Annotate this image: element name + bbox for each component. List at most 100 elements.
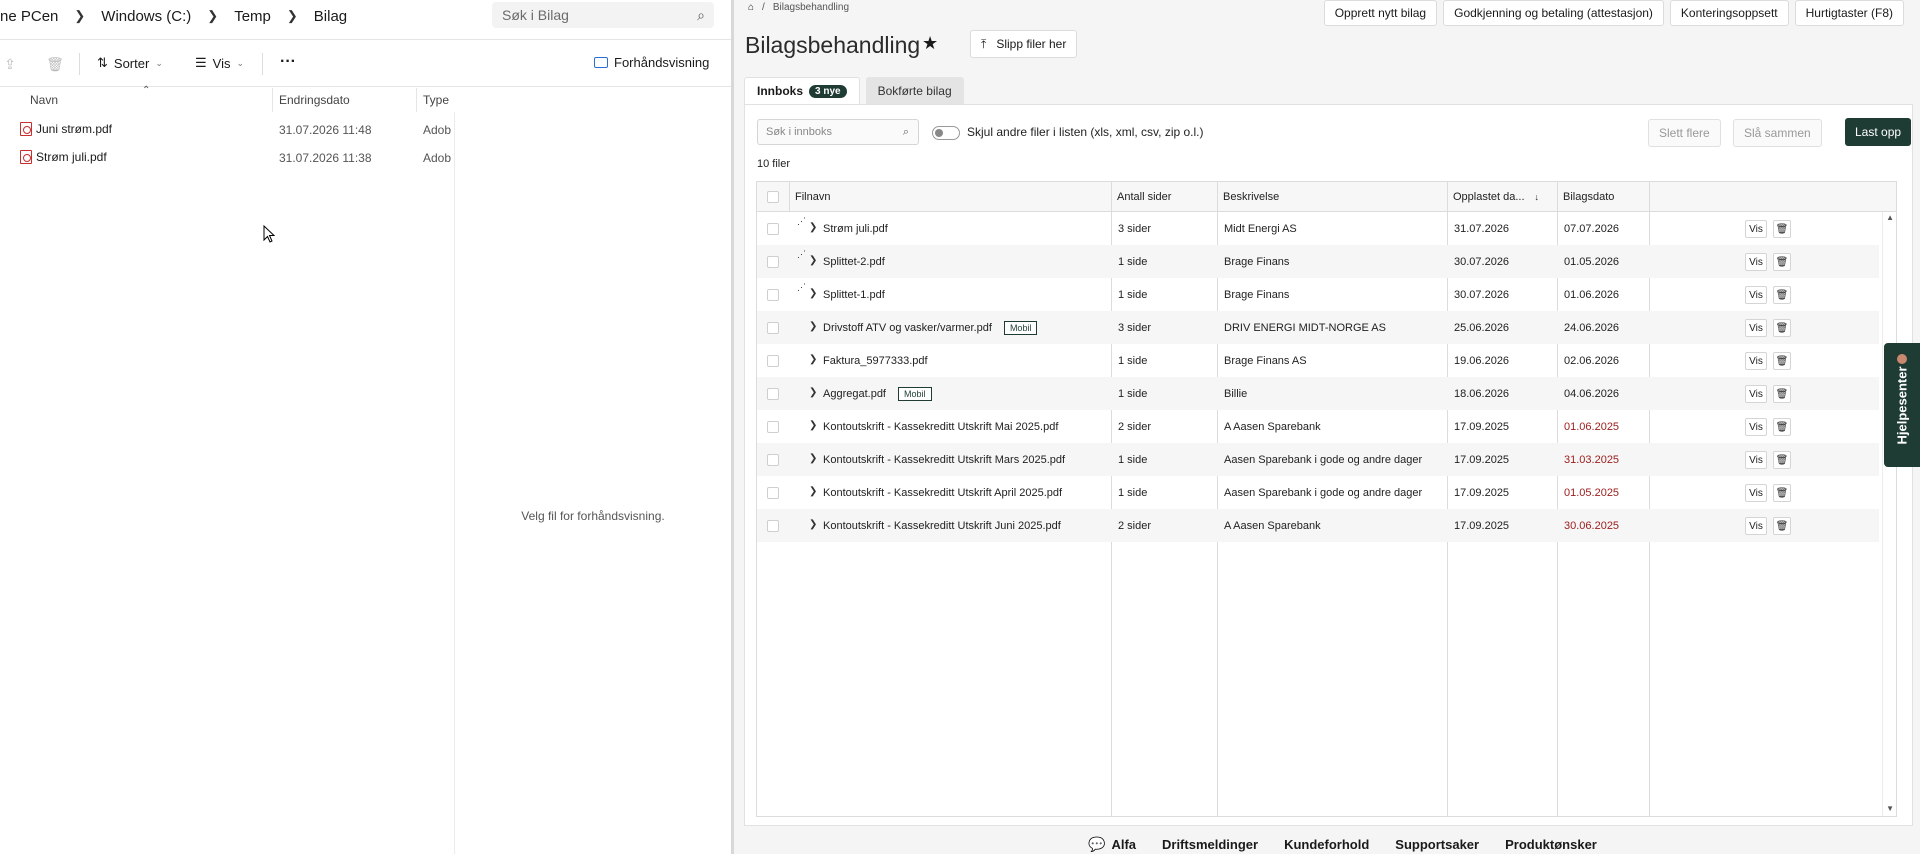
view-button[interactable]: Vis [1745,385,1767,403]
view-button[interactable]: Vis [1745,319,1767,337]
preview-pane-button[interactable]: Forhåndsvisning [594,55,709,70]
scroll-down-arrow-icon[interactable]: ▼ [1886,804,1894,813]
table-row[interactable]: ❯ Kontoutskrift - Kassekreditt Utskrift J… [757,509,1879,542]
delete-icon[interactable]: 🗑 [1773,253,1791,271]
favorite-star-icon[interactable]: ★ [922,33,938,54]
delete-icon[interactable]: 🗑 [1773,484,1791,502]
view-button[interactable]: Vis [1745,352,1767,370]
footer-link-alfa[interactable]: 💬 Alfa [1088,836,1136,853]
share-icon[interactable]: ⇪ [0,54,20,74]
view-button[interactable]: Vis [1745,253,1767,271]
row-checkbox[interactable] [767,355,779,367]
view-button[interactable]: Vis [1745,220,1767,238]
select-all-checkbox[interactable] [762,182,779,212]
inbox-search-input[interactable]: Søk i innboks ⌕ [757,119,919,145]
table-scrollbar[interactable] [1882,212,1896,816]
column-header-description[interactable]: Beskrivelse [1218,182,1279,212]
upload-button[interactable]: Last opp [1845,118,1912,146]
approval-payment-button[interactable]: Godkjenning og betaling (attestasjon) [1443,0,1664,26]
row-checkbox[interactable] [767,322,779,334]
row-checkbox[interactable] [767,289,779,301]
column-header-type[interactable]: Type [423,93,449,107]
column-header-voucher-date[interactable]: Bilagsdato [1558,182,1614,212]
sort-button[interactable]: ⇅ Sorter ⌄ [97,55,163,71]
view-button[interactable]: Vis [1745,451,1767,469]
file-row[interactable]: Juni strøm.pdf 31.07.2026 11:48 Adob [0,117,731,143]
row-checkbox[interactable] [767,421,779,433]
expand-chevron-icon[interactable]: ❯ [809,453,817,464]
breadcrumb-item-temp[interactable]: Temp [234,8,271,25]
breadcrumb-item-bilag[interactable]: Bilag [314,8,347,25]
view-button[interactable]: Vis [1745,517,1767,535]
file-row[interactable]: Strøm juli.pdf 31.07.2026 11:38 Adob [0,145,731,171]
footer-link-kundeforhold[interactable]: Kundeforhold [1284,836,1369,853]
expand-chevron-icon[interactable]: ❯ [809,486,817,497]
row-checkbox[interactable] [767,388,779,400]
delete-icon[interactable]: 🗑 [1773,418,1791,436]
table-row[interactable]: ❯ Faktura_5977333.pdf 1 side Brage Finans A… [757,344,1879,377]
tab-bokforte-bilag[interactable]: Bokførte bilag [865,77,964,104]
trash-icon[interactable]: 🗑 [45,54,65,74]
row-checkbox[interactable] [767,454,779,466]
delete-icon[interactable]: 🗑 [1773,517,1791,535]
table-row[interactable]: ⋰ ❯ Splittet-2.pdf 1 side Brage Finans 30.07.… [757,245,1879,278]
expand-chevron-icon[interactable]: ❯ [809,288,817,299]
delete-icon[interactable]: 🗑 [1773,220,1791,238]
table-row[interactable]: ❯ Drivstoff ATV og vasker/varmer.pdf Mobil… [757,311,1879,344]
expand-chevron-icon[interactable]: ❯ [809,222,817,233]
row-checkbox[interactable] [767,487,779,499]
expand-chevron-icon[interactable]: ❯ [809,255,817,266]
upload-drop-button[interactable]: ⤒ Slipp filer her [970,30,1078,58]
cell-voucher-date: 04.06.2026 [1564,387,1620,400]
view-button[interactable]: ☰ Vis ⌄ [195,55,244,71]
expand-chevron-icon[interactable]: ❯ [809,354,817,365]
breadcrumb-item-drive[interactable]: Windows (C:) [101,8,191,25]
row-checkbox[interactable] [767,223,779,235]
help-center-tab[interactable]: Hjelpesenter [1884,343,1920,467]
merge-button[interactable]: Slå sammen [1733,119,1822,147]
column-header-pages[interactable]: Antall sider [1112,182,1171,212]
hide-other-files-toggle[interactable] [932,126,960,140]
view-button[interactable]: Vis [1745,418,1767,436]
expand-chevron-icon[interactable]: ❯ [809,519,817,530]
expand-chevron-icon[interactable]: ❯ [809,321,817,332]
view-button[interactable]: Vis [1745,286,1767,304]
table-row[interactable]: ⋰ ❯ Splittet-1.pdf 1 side Brage Finans 30.07.… [757,278,1879,311]
delete-icon[interactable]: 🗑 [1773,385,1791,403]
posting-setup-button[interactable]: Konteringsoppsett [1669,0,1789,26]
table-row[interactable]: ❯ Aggregat.pdf Mobil 1 side Billie 18.06.2026… [757,377,1879,410]
column-header-uploaded[interactable]: Opplastet da... ↓ [1448,182,1539,212]
tab-innboks[interactable]: Innboks 3 nye [744,77,860,104]
view-button[interactable]: Vis [1745,484,1767,502]
cell-voucher-date: 01.05.2025 [1564,486,1620,499]
explorer-search-input[interactable]: Søk i Bilag ⌕ [492,2,714,28]
column-header-name[interactable]: Navn [30,93,58,107]
column-header-filename[interactable]: Filnavn [790,182,830,212]
cell-uploaded: 31.07.2026 [1454,222,1510,235]
delete-icon[interactable]: 🗑 [1773,286,1791,304]
footer-link-supportsaker[interactable]: Supportsaker [1395,836,1479,853]
home-icon[interactable]: ⌂ [748,2,754,13]
footer-link-produktonsker[interactable]: Produktønsker [1505,836,1597,853]
shortcuts-button[interactable]: Hurtigtaster (F8) [1794,0,1904,26]
breadcrumb-item-pc[interactable]: ne PCen [0,8,58,25]
delete-icon[interactable]: 🗑 [1773,352,1791,370]
row-checkbox[interactable] [767,256,779,268]
create-voucher-button[interactable]: Opprett nytt bilag [1323,0,1438,26]
delete-icon[interactable]: 🗑 [1773,319,1791,337]
file-explorer-window: ne PCen ❯ Windows (C:) ❯ Temp ❯ Bilag Sø… [0,0,731,854]
column-header-date[interactable]: Endringsdato [279,93,350,107]
preview-pane-divider[interactable] [454,112,455,854]
table-row[interactable]: ❯ Kontoutskrift - Kassekreditt Utskrift M… [757,410,1879,443]
scroll-up-arrow-icon[interactable]: ▲ [1886,213,1894,222]
footer-link-driftsmeldinger[interactable]: Driftsmeldinger [1162,836,1258,853]
table-row[interactable]: ⋰ ❯ Strøm juli.pdf 3 sider Midt Energi AS 31.… [757,212,1879,245]
table-row[interactable]: ❯ Kontoutskrift - Kassekreditt Utskrift M… [757,443,1879,476]
more-options-button[interactable]: ··· [280,53,296,71]
table-row[interactable]: ❯ Kontoutskrift - Kassekreditt Utskrift A… [757,476,1879,509]
delete-many-button[interactable]: Slett flere [1648,119,1721,147]
delete-icon[interactable]: 🗑 [1773,451,1791,469]
row-checkbox[interactable] [767,520,779,532]
expand-chevron-icon[interactable]: ❯ [809,387,817,398]
expand-chevron-icon[interactable]: ❯ [809,420,817,431]
